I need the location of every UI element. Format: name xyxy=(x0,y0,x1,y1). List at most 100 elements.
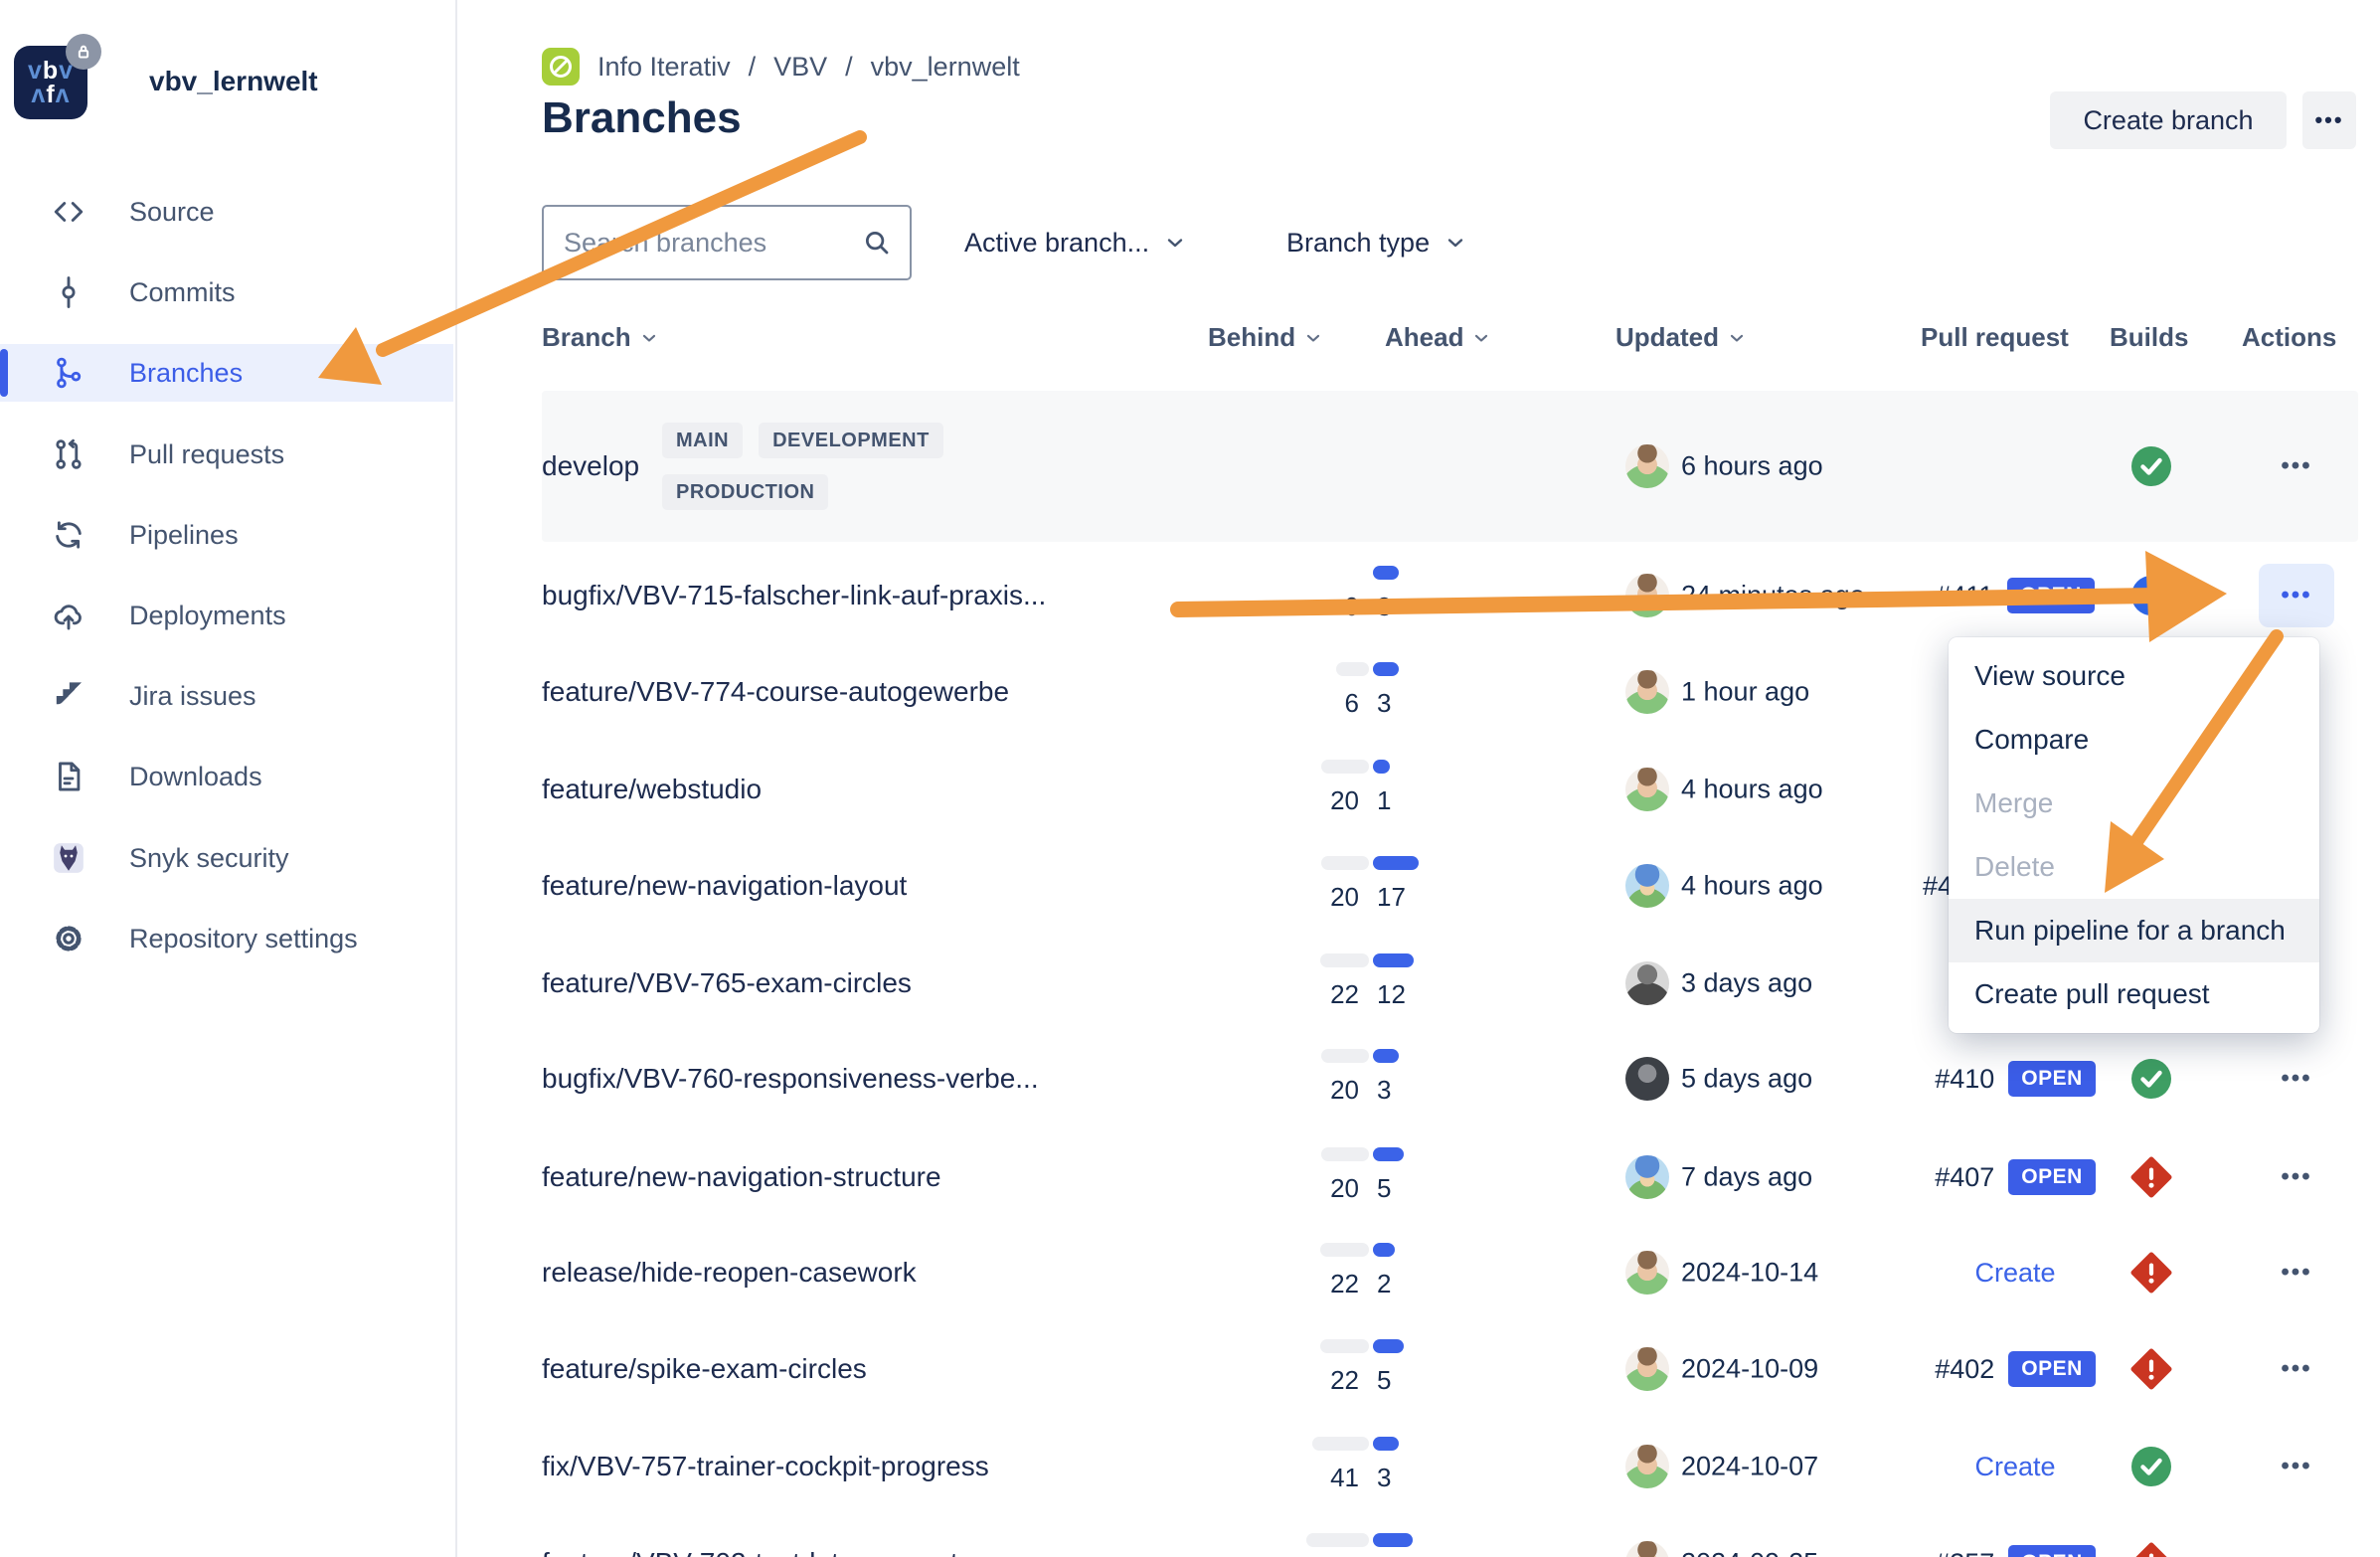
pull-request-cell: #402 OPEN xyxy=(1891,1321,2139,1418)
column-header-branch[interactable]: Branch xyxy=(542,322,659,353)
sidebar-item-jira-issues[interactable]: Jira issues xyxy=(0,667,453,725)
menu-item-merge: Merge xyxy=(1949,772,2319,835)
search-input[interactable] xyxy=(544,228,862,259)
sidebar-item-pull-requests[interactable]: Pull requests xyxy=(0,426,453,483)
branch-name-link[interactable]: fix/VBV-757-trainer-cockpit-progress xyxy=(542,1451,989,1482)
sidebar-item-branches[interactable]: Branches xyxy=(0,344,453,402)
row-actions-button[interactable]: ••• xyxy=(2259,1047,2334,1111)
row-actions-button[interactable]: ••• xyxy=(2259,1435,2334,1498)
behind-ahead-bar xyxy=(542,760,1437,774)
branches-page: vbv ʌfʌ vbv_lernwelt SourceCommitsBranch… xyxy=(0,0,2380,1557)
build-status-failed-icon[interactable] xyxy=(2129,1541,2173,1557)
active-branches-filter[interactable]: Active branch... xyxy=(964,205,1187,280)
menu-item-create-pull-request[interactable]: Create pull request xyxy=(1949,962,2319,1026)
row-actions-button[interactable]: ••• xyxy=(2259,1337,2334,1401)
sidebar-item-repository-settings[interactable]: Repository settings xyxy=(0,910,453,967)
pull-request-state-badge[interactable]: OPEN xyxy=(2007,578,2095,613)
behind-count: 0 xyxy=(1238,590,1359,623)
sidebar: vbv ʌfʌ vbv_lernwelt SourceCommitsBranch… xyxy=(0,0,457,1557)
ahead-count: 12 xyxy=(1377,977,1406,1011)
row-actions-button[interactable]: ••• xyxy=(2259,1145,2334,1209)
breadcrumb: Info Iterativ / VBV / vbv_lernwelt xyxy=(542,48,1020,86)
ahead-count: 5 xyxy=(1377,1363,1391,1397)
branch-name-link[interactable]: feature/new-navigation-layout xyxy=(542,870,907,902)
ahead-count: 17 xyxy=(1377,880,1406,914)
row-actions-button[interactable]: ••• xyxy=(2259,1241,2334,1304)
pull-request-state-badge[interactable]: OPEN xyxy=(2008,1061,2096,1097)
page-title: Branches xyxy=(542,93,742,143)
column-header-updated[interactable]: Updated xyxy=(1615,322,1747,353)
pull-request-state-badge[interactable]: OPEN xyxy=(2008,1159,2096,1195)
row-actions-button[interactable]: ••• xyxy=(2259,564,2334,627)
build-status-success-icon[interactable] xyxy=(2129,444,2173,488)
pull-request-cell: Create xyxy=(1891,1225,2139,1321)
create-pull-request-link[interactable]: Create xyxy=(1974,1258,2055,1289)
row-actions-button[interactable]: ••• xyxy=(2259,434,2334,498)
pull-request-number[interactable]: #411 xyxy=(1936,581,1993,611)
build-status-inprogress-icon[interactable] xyxy=(2129,574,2173,617)
ahead-count: 3 xyxy=(1377,1461,1391,1494)
pull-request-number[interactable]: #357 xyxy=(1935,1548,1994,1557)
behind-count: 22 xyxy=(1238,1267,1359,1300)
branch-type-filter[interactable]: Branch type xyxy=(1286,205,1467,280)
breadcrumb-repo[interactable]: vbv_lernwelt xyxy=(871,52,1020,83)
pull-request-cell: Create xyxy=(1891,1419,2139,1515)
behind-ahead-bar xyxy=(542,1147,1437,1161)
user-avatar xyxy=(1625,1057,1669,1101)
sidebar-item-deployments[interactable]: Deployments xyxy=(0,587,453,644)
updated-timestamp: 2024-10-14 xyxy=(1681,1258,1818,1289)
sidebar-item-source[interactable]: Source xyxy=(0,183,453,241)
sidebar-item-label: Jira issues xyxy=(129,681,256,712)
ahead-count: 3 xyxy=(1377,590,1391,623)
build-status-failed-icon[interactable] xyxy=(2129,1251,2173,1295)
search-box xyxy=(542,205,912,280)
branch-name-link[interactable]: feature/VBV-765-exam-circles xyxy=(542,967,912,999)
branch-row: bugfix/VBV-760-responsiveness-verbe...20… xyxy=(542,1031,2358,1127)
build-status-failed-icon[interactable] xyxy=(2129,1347,2173,1391)
sidebar-item-pipelines[interactable]: Pipelines xyxy=(0,506,453,564)
menu-item-run-pipeline[interactable]: Run pipeline for a branch xyxy=(1949,899,2319,962)
behind-count: 22 xyxy=(1238,977,1359,1011)
branch-name-link[interactable]: bugfix/VBV-760-responsiveness-verbe... xyxy=(542,1063,1039,1095)
menu-item-compare[interactable]: Compare xyxy=(1949,708,2319,772)
branch-name-link[interactable]: feature/new-navigation-structure xyxy=(542,1161,941,1193)
create-branch-button[interactable]: Create branch xyxy=(2050,91,2287,149)
sidebar-item-snyk-security[interactable]: Snyk security xyxy=(0,829,453,887)
branch-name-link[interactable]: develop xyxy=(542,450,639,482)
updated-timestamp: 3 days ago xyxy=(1681,968,1812,999)
build-status-success-icon[interactable] xyxy=(2129,1057,2173,1101)
branch-name-link[interactable]: feature/VBV-702-testdata-generator xyxy=(542,1547,983,1557)
breadcrumb-workspace[interactable]: VBV xyxy=(773,52,827,83)
build-status-success-icon[interactable] xyxy=(2129,1445,2173,1488)
column-header-label: Builds xyxy=(2110,322,2188,353)
chevron-down-icon xyxy=(1163,231,1187,255)
row-actions-button[interactable]: ••• xyxy=(2259,1531,2334,1557)
behind-count: 20 xyxy=(1238,1171,1359,1205)
branch-name-link[interactable]: feature/spike-exam-circles xyxy=(542,1353,867,1385)
build-status-failed-icon[interactable] xyxy=(2129,1155,2173,1199)
page-more-button[interactable]: ••• xyxy=(2302,91,2356,149)
branch-name-link[interactable]: feature/VBV-774-course-autogewerbe xyxy=(542,676,1009,708)
branch-name-link[interactable]: feature/webstudio xyxy=(542,774,762,805)
pull-request-state-badge[interactable]: OPEN xyxy=(2008,1351,2096,1387)
column-header-builds: Builds xyxy=(2110,322,2188,353)
pull-request-number[interactable]: #402 xyxy=(1935,1354,1994,1385)
pull-request-number[interactable]: #407 xyxy=(1935,1162,1994,1193)
column-header-behind[interactable]: Behind xyxy=(1208,322,1323,353)
branch-name-link[interactable]: bugfix/VBV-715-falscher-link-auf-praxis.… xyxy=(542,580,1046,611)
sidebar-item-commits[interactable]: Commits xyxy=(0,263,453,321)
pull-request-state-badge[interactable]: OPEN xyxy=(2008,1545,2096,1557)
sidebar-item-downloads[interactable]: Downloads xyxy=(0,748,453,805)
project-avatar-icon[interactable] xyxy=(542,48,580,86)
branch-row: release/hide-reopen-casework2222024-10-1… xyxy=(542,1225,2358,1321)
branch-name-link[interactable]: release/hide-reopen-casework xyxy=(542,1257,917,1289)
user-avatar xyxy=(1625,1445,1669,1488)
sidebar-item-label: Pull requests xyxy=(129,439,284,470)
menu-item-view-source[interactable]: View source xyxy=(1949,644,2319,708)
ahead-count: 3 xyxy=(1377,686,1391,720)
user-avatar xyxy=(1625,574,1669,617)
breadcrumb-project[interactable]: Info Iterativ xyxy=(597,52,731,83)
pull-request-number[interactable]: #410 xyxy=(1935,1064,1994,1095)
create-pull-request-link[interactable]: Create xyxy=(1974,1452,2055,1482)
column-header-ahead[interactable]: Ahead xyxy=(1385,322,1491,353)
